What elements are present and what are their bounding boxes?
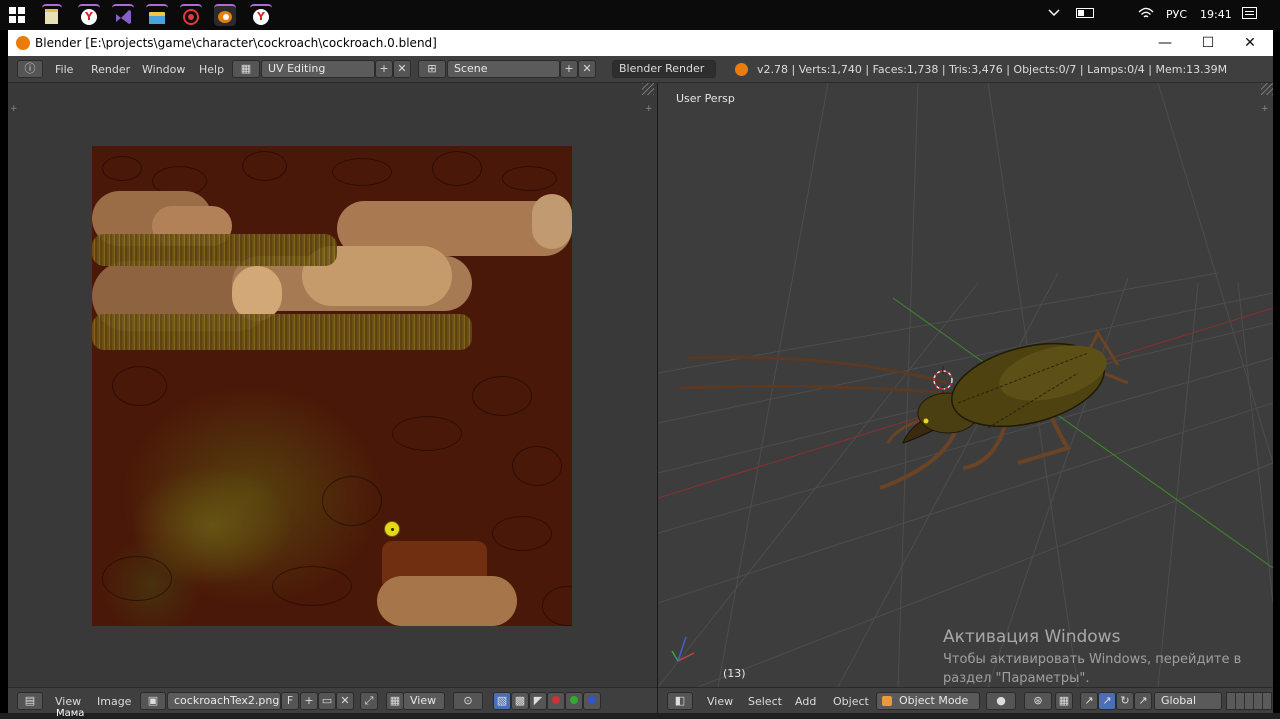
axis-gizmo	[671, 636, 695, 662]
area-split-handle[interactable]	[642, 83, 654, 95]
uv-island[interactable]	[377, 576, 517, 626]
contact-name: Мама	[56, 708, 85, 719]
minimize-button[interactable]: —	[1147, 33, 1183, 53]
menu-object[interactable]: Object	[833, 695, 869, 708]
windows-start-icon[interactable]	[9, 7, 25, 23]
manipulator-scale-icon[interactable]: ↗	[1134, 692, 1152, 710]
pin-image-icon[interactable]: ⤢	[360, 692, 378, 710]
area-corner-plus-icon[interactable]: +	[645, 105, 654, 114]
render-engine-dropdown[interactable]: Blender Render	[612, 60, 716, 78]
remove-layout-icon[interactable]: ✕	[393, 60, 411, 78]
yandex-browser-icon[interactable]: Y	[250, 4, 272, 26]
editor-type-icon[interactable]: ▤	[17, 692, 43, 710]
chevron-up-icon[interactable]	[1048, 6, 1060, 21]
fake-user-button[interactable]: F	[281, 692, 299, 710]
manipulator-rotate-icon[interactable]: ↻	[1116, 692, 1134, 710]
view-mode-icon[interactable]: ▦	[386, 692, 404, 710]
transform-orientation-dropdown[interactable]: Global	[1154, 692, 1222, 710]
image-browse-icon[interactable]: ▣	[140, 692, 166, 710]
2d-cursor[interactable]	[384, 521, 400, 537]
remove-scene-icon[interactable]: ✕	[578, 60, 596, 78]
blender-info-header: ⓘ File Render Window Help ▦ UV Editing +…	[8, 56, 1273, 83]
area-corner-plus-icon[interactable]: +	[10, 105, 19, 114]
scene-selector-icon[interactable]: ⊞	[418, 60, 446, 78]
clock[interactable]: 19:41	[1200, 8, 1232, 21]
menu-view[interactable]: View	[55, 695, 81, 708]
close-button[interactable]: ✕	[1232, 33, 1268, 53]
open-image-icon[interactable]: ▭	[318, 692, 336, 710]
layers-icon[interactable]: ▦	[1055, 692, 1073, 710]
view-mode-dropdown[interactable]: View	[403, 692, 445, 710]
blender-logo-icon	[16, 36, 30, 50]
visual-studio-icon[interactable]	[112, 4, 134, 26]
z-buffer-icon[interactable]: ◤	[529, 692, 547, 710]
pivot-point-icon[interactable]: ⊛	[1024, 692, 1052, 710]
menu-window[interactable]: Window	[142, 63, 185, 76]
blender-stats-icon	[735, 63, 748, 76]
image-name-field[interactable]: cockroachTex2.png	[167, 692, 281, 710]
add-scene-icon[interactable]: +	[560, 60, 578, 78]
add-image-icon[interactable]: +	[300, 692, 318, 710]
battery-icon[interactable]	[1076, 8, 1094, 18]
scene-stats: v2.78 | Verts:1,740 | Faces:1,738 | Tris…	[757, 63, 1228, 76]
yandex-browser-icon[interactable]: Y	[78, 4, 100, 26]
layout-selector-icon[interactable]: ▦	[232, 60, 260, 78]
menu-view[interactable]: View	[707, 695, 733, 708]
windows-taskbar: Y Y РУС 19:41	[0, 0, 1280, 30]
window-title: Blender [E:\projects\game\character\cock…	[35, 36, 437, 50]
frame-number: (13)	[723, 667, 746, 680]
scene-name-field[interactable]: Scene	[447, 60, 560, 78]
menu-image[interactable]: Image	[97, 695, 131, 708]
pivot-icon[interactable]: ⊙	[453, 692, 483, 710]
uv-image-editor[interactable]: + +	[8, 83, 657, 687]
notepad-icon[interactable]	[42, 4, 62, 26]
3d-viewport[interactable]: User Persp + (13)	[658, 83, 1273, 687]
mode-dropdown[interactable]: Object Mode	[876, 692, 980, 710]
window-titlebar: Blender [E:\projects\game\character\cock…	[8, 30, 1273, 56]
file-explorer-icon[interactable]	[146, 4, 168, 26]
add-layout-icon[interactable]: +	[375, 60, 393, 78]
menu-render[interactable]: Render	[91, 63, 130, 76]
layout-name-field[interactable]: UV Editing	[261, 60, 375, 78]
menu-add[interactable]: Add	[795, 695, 816, 708]
uv-island[interactable]	[532, 194, 572, 249]
display-channel-icon[interactable]: ▧	[493, 692, 511, 710]
maximize-button[interactable]: ☐	[1190, 33, 1226, 53]
activation-watermark-title: Активация Windows	[943, 627, 1121, 647]
red-channel-icon[interactable]	[547, 692, 565, 710]
manipulator-move-icon[interactable]: ↗	[1098, 692, 1116, 710]
uv-editor-header: ▤ View Image ▣ cockroachTex2.png F + ▭ ✕…	[8, 687, 657, 713]
editor-type-icon[interactable]: ◧	[667, 692, 693, 710]
media-player-icon[interactable]	[180, 4, 202, 26]
alpha-icon[interactable]: ▩	[511, 692, 529, 710]
info-editor-type-icon[interactable]: ⓘ	[17, 60, 43, 78]
object-mode-icon	[882, 696, 892, 706]
mode-label: Object Mode	[899, 694, 969, 707]
language-indicator[interactable]: РУС	[1166, 8, 1187, 21]
activation-watermark-subtitle: Чтобы активировать Windows, перейдите в …	[943, 652, 1242, 686]
green-channel-icon[interactable]	[565, 692, 583, 710]
unlink-image-icon[interactable]: ✕	[336, 692, 354, 710]
menu-file[interactable]: File	[55, 63, 73, 76]
manipulator-translate-icon[interactable]: ↗	[1080, 692, 1098, 710]
notifications-icon[interactable]	[1242, 7, 1257, 19]
texture-image[interactable]	[92, 146, 572, 626]
viewport-scene[interactable]	[658, 83, 1273, 687]
uv-island[interactable]	[92, 234, 337, 266]
3d-view-header: ◧ View Select Add Object Object Mode ● ⊛…	[658, 687, 1273, 713]
wifi-icon[interactable]	[1138, 6, 1154, 23]
menu-help[interactable]: Help	[199, 63, 224, 76]
blender-icon[interactable]	[214, 4, 236, 26]
menu-select[interactable]: Select	[748, 695, 782, 708]
uv-island[interactable]	[92, 314, 472, 350]
viewport-shading-icon[interactable]: ●	[986, 692, 1016, 710]
blue-channel-icon[interactable]	[583, 692, 601, 710]
layer-buttons[interactable]	[1226, 692, 1272, 710]
taskbar-bottom-strip: Мама	[0, 708, 1280, 719]
uv-island[interactable]	[232, 266, 282, 321]
